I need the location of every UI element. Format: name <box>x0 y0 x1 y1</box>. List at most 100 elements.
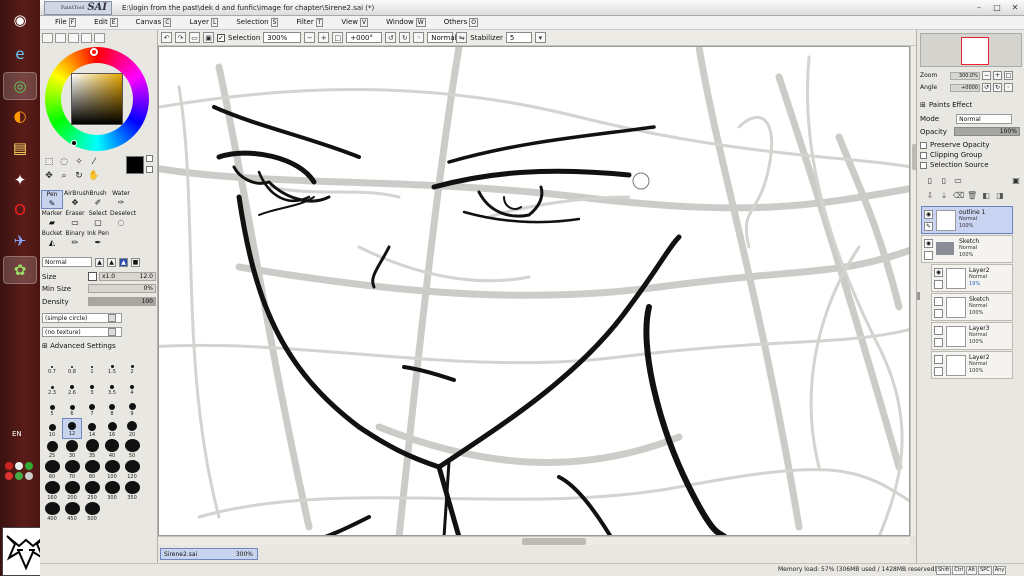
undo-icon[interactable]: ↶ <box>161 32 172 43</box>
layer-panel-menu-icon[interactable]: ▣ <box>1011 176 1021 187</box>
lasso-icon[interactable]: ◌ <box>58 157 70 168</box>
brush-size-preset[interactable]: 5 <box>42 397 62 418</box>
nav-zoom-in-button[interactable]: + <box>993 71 1002 80</box>
visibility-eye-icon[interactable] <box>934 297 943 306</box>
rotate-left-button[interactable]: ↺ <box>385 32 397 43</box>
tray-flag-icon[interactable] <box>5 472 13 480</box>
layer-opacity-slider[interactable]: 100% <box>953 127 1020 136</box>
menu-view[interactable]: View V <box>332 18 377 27</box>
texture-settings-button[interactable] <box>108 328 116 336</box>
layer-item[interactable]: Layer3 Normal 100% <box>931 322 1013 350</box>
stabilizer-dropdown-icon[interactable]: ▾ <box>534 32 546 43</box>
hand-icon[interactable]: ✋ <box>88 171 100 182</box>
advanced-settings-toggle[interactable]: ⊞ Advanced Settings <box>42 342 116 350</box>
brush-size-preset[interactable]: 120 <box>122 460 142 481</box>
brush-size-preset[interactable]: 0.7 <box>42 355 62 376</box>
zoom-reset-button[interactable]: □ <box>332 32 344 43</box>
eyedropper-icon[interactable]: ⁄ <box>88 157 100 168</box>
flip-horizontal-icon[interactable]: ⇋ <box>456 32 468 43</box>
folder-icon[interactable]: ▤ <box>3 134 37 162</box>
magic-wand-icon[interactable]: ✧ <box>73 157 85 168</box>
menu-canvas[interactable]: Canvas C <box>127 18 181 27</box>
menu-others[interactable]: Others O <box>435 18 487 27</box>
nav-angle-value[interactable]: +0000 <box>950 83 980 92</box>
redo-icon[interactable]: ↷ <box>175 32 186 43</box>
brush-size-preset[interactable]: 6 <box>62 397 82 418</box>
menu-window[interactable]: Window W <box>377 18 435 27</box>
brush-size-preset[interactable]: 80 <box>82 460 102 481</box>
brush-size-preset[interactable]: 0.8 <box>62 355 82 376</box>
nav-rotate-right-button[interactable]: ↻ <box>993 83 1002 92</box>
size-slider[interactable]: x1.0 12.0 <box>99 272 156 281</box>
close-button[interactable]: ✕ <box>1008 2 1022 13</box>
angle-field[interactable]: +000° <box>346 32 383 43</box>
merge-down-icon[interactable]: ⤓ <box>939 191 949 202</box>
zoom-out-button[interactable]: − <box>304 32 316 43</box>
new-folder-icon[interactable]: ▭ <box>953 176 963 187</box>
layer-lock-icon[interactable] <box>934 338 943 347</box>
rotate-reset-button[interactable]: ◦ <box>413 32 425 43</box>
tool-water[interactable]: Water ✑ <box>110 190 132 209</box>
brush-size-preset[interactable]: 500 <box>82 502 102 523</box>
brush-size-preset[interactable]: 3 <box>82 376 102 397</box>
start-orb-icon[interactable]: ◉ <box>3 6 37 34</box>
tool-marker[interactable]: Marker ▰ <box>41 210 63 229</box>
zoom-in-button[interactable]: + <box>318 32 330 43</box>
color-wheel-tab[interactable] <box>42 33 53 43</box>
transparent-color-toggle[interactable] <box>146 155 153 162</box>
brush-size-preset[interactable]: 2.3 <box>42 376 62 397</box>
brush-shape-soft-icon[interactable]: ▲ <box>107 257 116 267</box>
brush-shape-settings-button[interactable] <box>108 314 116 322</box>
drawing-canvas[interactable] <box>158 46 910 536</box>
painttool-sai-icon[interactable]: ✿ <box>3 256 37 284</box>
brush-size-preset[interactable]: 70 <box>62 460 82 481</box>
brush-size-preset[interactable]: 40 <box>102 439 122 460</box>
rotate-right-button[interactable]: ↻ <box>399 32 411 43</box>
rect-select-icon[interactable]: ⬚ <box>43 157 55 168</box>
tool-deselect[interactable]: Deselect ◌ <box>110 210 136 229</box>
density-slider[interactable]: 100 <box>88 297 156 306</box>
new-linework-layer-icon[interactable]: ▯ <box>939 176 949 187</box>
visibility-eye-icon[interactable]: ◉ <box>934 268 943 277</box>
brush-size-preset[interactable]: 50 <box>122 439 142 460</box>
deselect-icon[interactable]: ▭ <box>189 32 200 43</box>
language-indicator[interactable]: EN <box>12 430 22 438</box>
brush-size-preset[interactable]: 1 <box>82 355 102 376</box>
layer-list-scroll-indicator[interactable] <box>917 292 920 300</box>
horizontal-scrollbar[interactable] <box>158 536 910 545</box>
brush-size-preset[interactable]: 35 <box>82 439 102 460</box>
brush-size-preset[interactable]: 9 <box>122 397 142 418</box>
tool-brush[interactable]: Brush ✐ <box>87 190 109 209</box>
tool-eraser[interactable]: Eraser ▭ <box>64 210 86 229</box>
layer-lock-icon[interactable] <box>934 280 943 289</box>
brush-size-preset[interactable]: 1.5 <box>102 355 122 376</box>
selection-source-row[interactable]: Selection Source <box>920 161 1024 169</box>
brush-size-preset[interactable]: 20 <box>122 418 142 439</box>
tool-pen[interactable]: Pen ✎ <box>41 190 63 209</box>
brush-size-preset[interactable]: 160 <box>42 481 62 502</box>
brush-size-preset[interactable]: 4 <box>122 376 142 397</box>
navigator-viewport[interactable] <box>961 37 989 65</box>
sv-marker[interactable] <box>71 140 77 146</box>
brush-size-preset[interactable]: 300 <box>102 481 122 502</box>
preserve-opacity-row[interactable]: Preserve Opacity <box>920 141 1024 149</box>
menu-edit[interactable]: Edit E <box>85 18 126 27</box>
brush-size-preset[interactable]: 14 <box>82 418 102 439</box>
brush-size-preset[interactable]: 400 <box>42 502 62 523</box>
horizontal-scroll-thumb[interactable] <box>522 538 586 545</box>
selection-source-checkbox[interactable] <box>920 161 927 169</box>
layer-item[interactable]: ◉ Sketch Normal 100% <box>921 235 1013 263</box>
firefox-icon[interactable]: ◐ <box>3 102 37 130</box>
rgb-slider-tab[interactable] <box>55 33 66 43</box>
layer-item[interactable]: ◉ Layer2 Normal 19% <box>931 264 1013 292</box>
stabilizer-select[interactable]: 5 <box>505 32 532 43</box>
layer-item[interactable]: Layer2 Normal 100% <box>931 351 1013 379</box>
blend-mode-field[interactable]: Normal <box>427 32 457 43</box>
nav-zoom-value[interactable]: 300.0% <box>950 71 980 80</box>
tray-record-icon[interactable] <box>5 462 13 470</box>
brush-size-preset[interactable]: 2 <box>122 355 142 376</box>
rotate-icon[interactable]: ↻ <box>73 171 85 182</box>
hsv-slider-tab[interactable] <box>68 33 79 43</box>
swatches-tab[interactable] <box>81 33 92 43</box>
navigator-preview[interactable] <box>920 33 1022 67</box>
